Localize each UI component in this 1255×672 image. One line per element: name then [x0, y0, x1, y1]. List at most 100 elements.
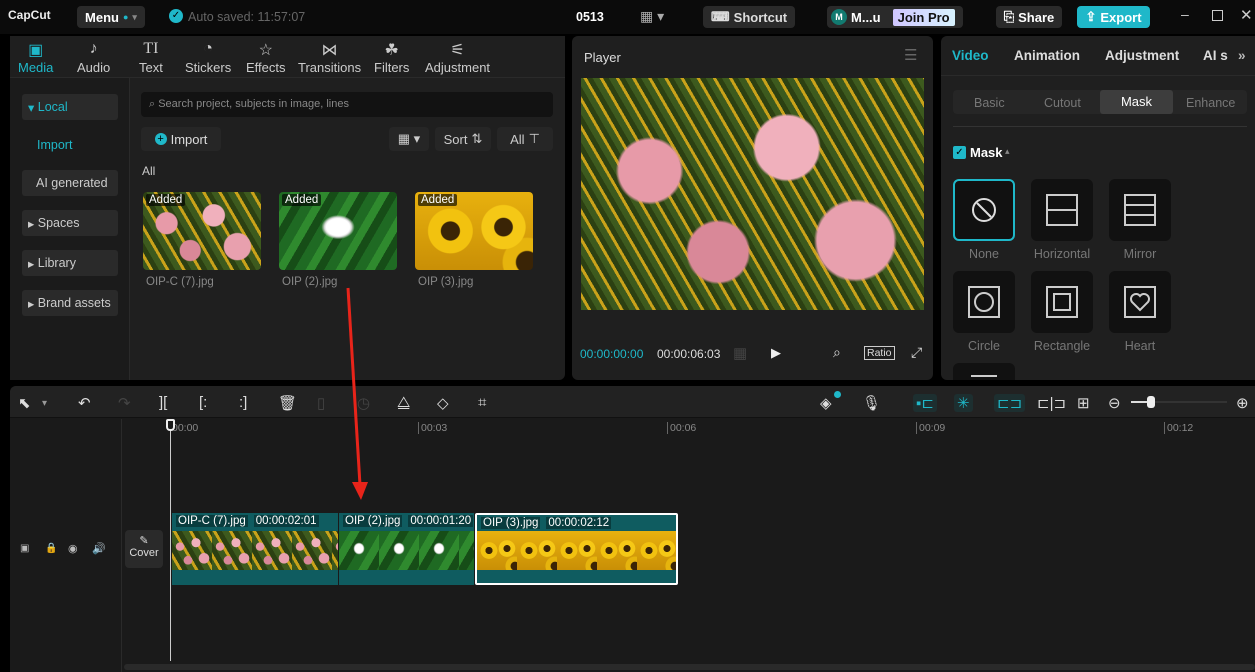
layout-icon[interactable]: ▦ ▾	[640, 8, 664, 25]
lock-icon[interactable]: 🔒	[45, 543, 57, 554]
mirror-icon[interactable]: ⧋	[397, 394, 410, 411]
split-right-icon[interactable]: :]	[239, 394, 247, 411]
select-tool-icon[interactable]: ⬉	[18, 394, 31, 412]
menu-button[interactable]: Menu ● ▾	[77, 6, 145, 28]
sidebar-label: Import	[37, 138, 73, 152]
sidebar-item-spaces[interactable]: ▸ Spaces	[22, 210, 118, 236]
media-item[interactable]: Added	[415, 192, 533, 270]
subtab-basic[interactable]: Basic	[974, 96, 1005, 110]
crop-icon[interactable]: ⌗	[478, 394, 486, 411]
timeline-clip[interactable]: OIP-C (7).jpg 00:00:02:01	[172, 513, 338, 585]
minimize-icon[interactable]: –	[1181, 6, 1189, 22]
subtab-enhance[interactable]: Enhance	[1186, 96, 1235, 110]
subtab-mask[interactable]: Mask	[1100, 90, 1173, 114]
mask-mirror[interactable]	[1109, 179, 1171, 241]
clip-thumbnails	[339, 531, 474, 570]
tab-media[interactable]: ▣ Media	[18, 40, 53, 75]
search-input[interactable]: ⌕ Search project, subjects in image, lin…	[141, 92, 553, 117]
tab-audio[interactable]: ♪ Audio	[77, 40, 110, 75]
import-button[interactable]: + Import	[141, 127, 221, 151]
account-button[interactable]: M M...u Join Pro	[827, 6, 963, 28]
hamburger-icon[interactable]: ☰	[904, 46, 917, 64]
share-button[interactable]: ⎘ Share	[996, 6, 1062, 28]
delete-icon[interactable]: 🗑	[278, 394, 297, 412]
zoom-fit-timeline-icon[interactable]: ⊞	[1077, 394, 1090, 412]
sort-button[interactable]: Sort ⇅	[435, 127, 491, 151]
microphone-icon[interactable]: 🎙	[862, 394, 881, 412]
play-icon[interactable]: ▶	[771, 345, 781, 361]
video-preview[interactable]	[581, 78, 924, 310]
tab-video[interactable]: Video	[952, 48, 989, 63]
ratio-button[interactable]: Ratio	[864, 346, 895, 360]
eye-icon[interactable]: ◉	[68, 542, 78, 555]
magnet-link-icon[interactable]: ▪⊏	[913, 394, 937, 412]
mask-none[interactable]	[953, 179, 1015, 241]
check-icon: ✓	[169, 9, 183, 23]
maximize-icon[interactable]	[1212, 10, 1223, 21]
view-toggle[interactable]: ▦ ▾	[389, 127, 429, 151]
zoom-out-icon[interactable]: ⊖	[1108, 394, 1121, 412]
media-item-name: OIP (3).jpg	[418, 276, 474, 288]
sidebar-item-local[interactable]: ▾ Local	[22, 94, 118, 120]
cover-button[interactable]: ✎ Cover	[125, 530, 163, 568]
autosave-status: Auto saved: 11:57:07	[188, 10, 306, 24]
playhead-handle[interactable]	[166, 419, 175, 431]
grid-icon: ▦ ▾	[397, 131, 421, 146]
ai-keyframe-icon[interactable]: ◈	[820, 394, 832, 412]
zoom-fit-icon[interactable]: ⌕	[833, 344, 841, 361]
track-video-icon[interactable]: ▣	[20, 543, 29, 554]
tab-ai[interactable]: AI s	[1203, 48, 1228, 63]
sidebar-item-brand-assets[interactable]: ▸ Brand assets	[22, 290, 118, 316]
tab-transitions[interactable]: ⋈ Transitions	[298, 40, 361, 75]
shortcut-button[interactable]: ⌨ Shortcut	[703, 6, 795, 28]
ruler-label: 00:12	[1164, 422, 1193, 434]
split-left-icon[interactable]: [:	[199, 394, 207, 411]
chevron-up-icon[interactable]: ▴	[1005, 146, 1010, 157]
split-icon[interactable]: ][	[159, 394, 167, 411]
subtab-cutout[interactable]: Cutout	[1044, 96, 1081, 110]
media-item[interactable]: Added	[143, 192, 261, 270]
split-preview-icon[interactable]: ⊏|⊐	[1037, 394, 1066, 412]
linkage-icon[interactable]: ⊏⊐	[994, 394, 1026, 412]
rotate-icon[interactable]: ◇	[437, 394, 449, 412]
project-name[interactable]: 0513	[576, 10, 604, 24]
mask-rectangle[interactable]	[1031, 271, 1093, 333]
tab-filters[interactable]: ☘ Filters	[374, 40, 409, 75]
mask-more[interactable]	[953, 363, 1015, 380]
mask-heart[interactable]	[1109, 271, 1171, 333]
tab-text[interactable]: TI Text	[139, 40, 163, 75]
text-icon: TI	[143, 40, 159, 57]
horizontal-scrollbar[interactable]	[124, 664, 1255, 670]
mask-label: Circle	[968, 339, 1000, 353]
more-tabs-icon[interactable]: »	[1238, 48, 1246, 63]
undo-icon[interactable]: ↶	[78, 394, 91, 412]
volume-icon[interactable]: 🔊	[92, 542, 106, 555]
tab-stickers[interactable]: ◔ Stickers	[185, 40, 231, 75]
grid-icon[interactable]: ▦	[733, 344, 747, 362]
fullscreen-icon[interactable]: ⤢	[911, 344, 922, 361]
tab-adjustment[interactable]: ⚟ Adjustment	[425, 40, 490, 75]
sidebar-item-ai-generated[interactable]: AI generated	[22, 170, 118, 196]
sidebar-item-import[interactable]: Import	[22, 132, 118, 158]
filter-button[interactable]: All ⊤	[497, 127, 553, 151]
mask-horizontal[interactable]	[1031, 179, 1093, 241]
tab-animation[interactable]: Animation	[1014, 48, 1080, 63]
zoom-in-icon[interactable]: ⊕	[1236, 394, 1249, 412]
mask-checkbox[interactable]: ✓	[953, 146, 966, 159]
plus-icon: +	[154, 133, 167, 145]
tab-effects[interactable]: ☆ Effects	[246, 40, 286, 75]
zoom-slider-handle[interactable]	[1147, 396, 1156, 408]
sidebar-item-library[interactable]: ▸ Library	[22, 250, 118, 276]
chevron-down-icon[interactable]: ▾	[42, 398, 47, 409]
media-item[interactable]: Added	[279, 192, 397, 270]
playhead[interactable]	[170, 426, 171, 661]
mask-circle[interactable]	[953, 271, 1015, 333]
close-icon[interactable]: ✕	[1240, 6, 1253, 24]
timeline-clip-selected[interactable]: OIP (3).jpg 00:00:02:12	[475, 513, 678, 585]
tab-adjustment[interactable]: Adjustment	[1105, 48, 1179, 63]
export-button[interactable]: ⇪ Export	[1077, 6, 1150, 28]
timeline-clip[interactable]: OIP (2).jpg 00:00:01:20	[339, 513, 474, 585]
join-pro-badge[interactable]: Join Pro	[892, 8, 955, 26]
zoom-slider[interactable]	[1131, 401, 1227, 403]
snap-icon[interactable]: ✳	[954, 394, 973, 412]
